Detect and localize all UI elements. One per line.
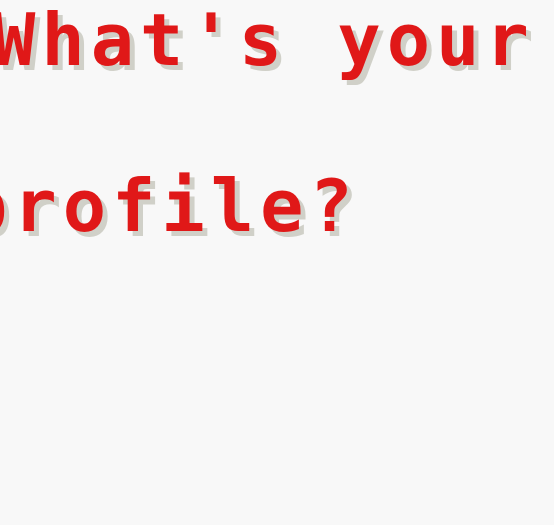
dialog-line-1: What's your p <box>0 0 535 82</box>
game-screen: What's your p profile? <box>0 0 554 525</box>
dialog-line-2: profile? <box>0 164 359 248</box>
